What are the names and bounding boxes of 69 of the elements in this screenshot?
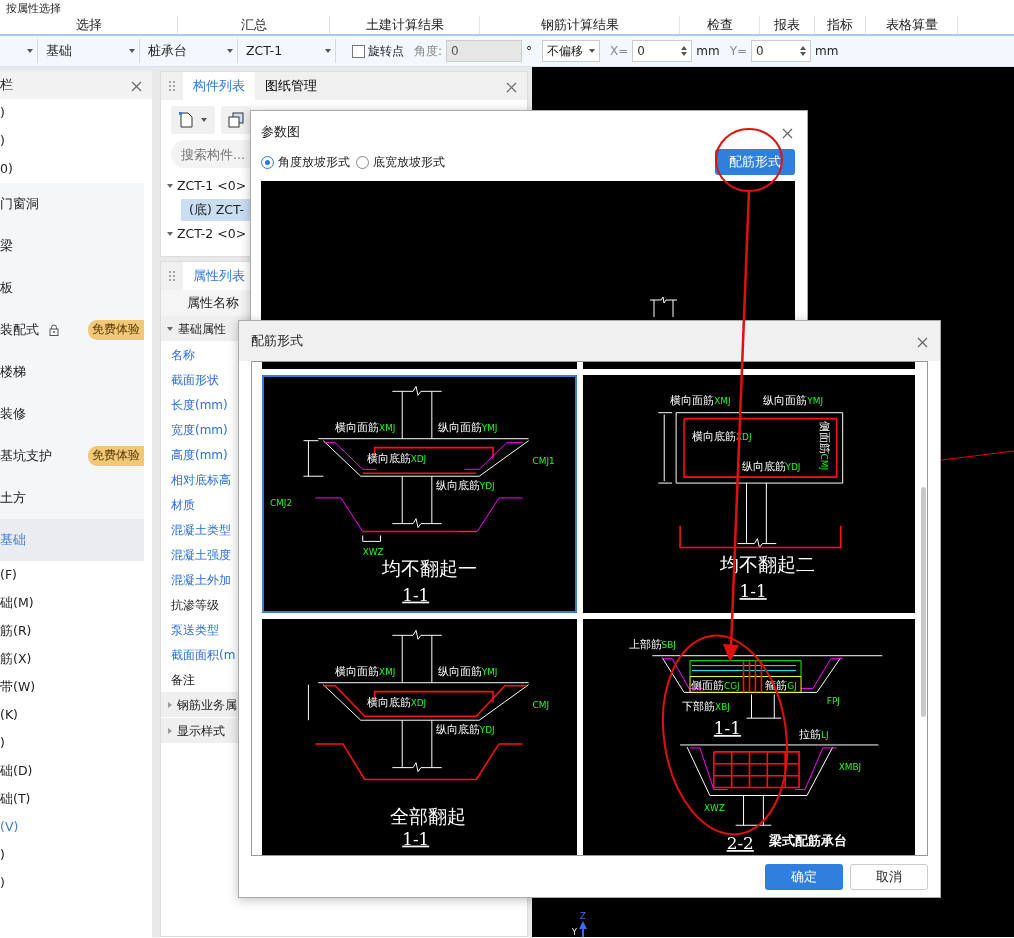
rebar-label: 横向面筋XMJ: [670, 393, 731, 407]
panel-title: 栏: [0, 75, 13, 94]
section-label: 1-1: [739, 581, 767, 602]
rebar-label: 上部筋SBJ: [628, 637, 676, 651]
radio-label: 角度放坡形式: [278, 154, 350, 171]
rebar-label: 纵向面筋YMJ: [437, 664, 498, 678]
trial-badge: 免费体验: [88, 320, 144, 340]
property-name: 混凝土外加: [171, 571, 231, 589]
rebar-label: 纵向底筋YDJ: [435, 479, 495, 493]
radio-label: 底宽放坡形式: [373, 154, 445, 171]
rebar-label: CMJ2: [269, 497, 293, 508]
dialog-title: 参数图: [261, 123, 300, 142]
rebar-label: FPJ: [826, 696, 840, 707]
rebar-label: 横向面筋XMJ: [335, 420, 396, 434]
ribbon-group-label: 土建计算结果: [330, 16, 480, 34]
section-label: 1-1: [402, 584, 430, 605]
ribbon-group-label: 检查: [680, 16, 760, 34]
property-name: 名称: [171, 346, 195, 364]
angle-label: 角度:: [414, 43, 443, 60]
rebar-label: XWZ: [362, 547, 384, 558]
ribbon-group-label: 表格算量: [866, 16, 958, 34]
ribbon-group-label: 钢筋计算结果: [480, 16, 680, 34]
coordinate-label: Y=: [729, 43, 748, 60]
ribbon-group-label: 汇总: [178, 16, 330, 34]
checkbox-label: 旋转点: [368, 43, 404, 60]
rebar-label: 横向面筋XMJ: [335, 664, 396, 678]
property-name: 泵送类型: [171, 621, 219, 639]
rebar-label: 纵向面筋YMJ: [763, 393, 824, 407]
axis-label: Y: [572, 929, 577, 937]
pattern-caption: 全部翻起: [390, 805, 467, 827]
column-header: 属性名称: [187, 293, 239, 312]
rebar-label: 横向底筋XDJ: [366, 696, 427, 710]
property-name: 截面面积(m: [171, 646, 236, 664]
rebar-label: XWZ: [703, 803, 725, 814]
axis-label: Z: [579, 912, 586, 921]
rebar-label: 纵向底筋YDJ: [435, 723, 495, 737]
ribbon-group-label: 选择: [0, 16, 178, 34]
ribbon-group-label: 指标: [815, 16, 866, 34]
property-name: 抗渗等级: [171, 596, 219, 614]
pattern-caption: 梁式配筋承台: [769, 833, 848, 849]
section-label: 2-2: [726, 833, 754, 854]
rebar-label: 纵向面筋YMJ: [437, 420, 498, 434]
property-name: 宽度(mm): [171, 421, 228, 439]
property-name: 混凝土类型: [171, 521, 231, 539]
rebar-label: 侧面筋CMJ: [817, 420, 831, 471]
property-name: 长度(mm): [171, 396, 228, 414]
section-label: 1-1: [713, 718, 741, 739]
property-name: 备注: [171, 671, 195, 689]
unit-label: mm: [696, 43, 720, 60]
rebar-label: 下部筋XBJ: [682, 700, 730, 714]
property-name: 高度(mm): [171, 446, 228, 464]
rebar-label: 拉筋LJ: [799, 728, 829, 741]
section-label: 1-1: [402, 828, 430, 849]
ribbon-group-label: 报表: [760, 16, 815, 34]
coordinate-label: X=: [610, 43, 629, 60]
rebar-label: CMJ: [532, 700, 550, 711]
rebar-label: XMBJ: [838, 761, 862, 772]
dialog-title: 配筋形式: [251, 332, 303, 351]
unit-label: mm: [815, 43, 839, 60]
rebar-label: CMJ1: [532, 456, 555, 467]
rebar-label: 横向底筋XDJ: [366, 452, 427, 466]
rebar-label: 纵向底筋YDJ: [741, 460, 801, 474]
property-name: 材质: [171, 496, 195, 514]
pattern-caption: 均不翻起一: [382, 557, 478, 579]
property-name: 截面形状: [171, 371, 219, 389]
property-name: 相对底标高: [171, 471, 231, 489]
unit-label: °: [526, 43, 533, 60]
trial-badge: 免费体验: [88, 446, 144, 466]
property-name: 混凝土强度: [171, 546, 231, 564]
